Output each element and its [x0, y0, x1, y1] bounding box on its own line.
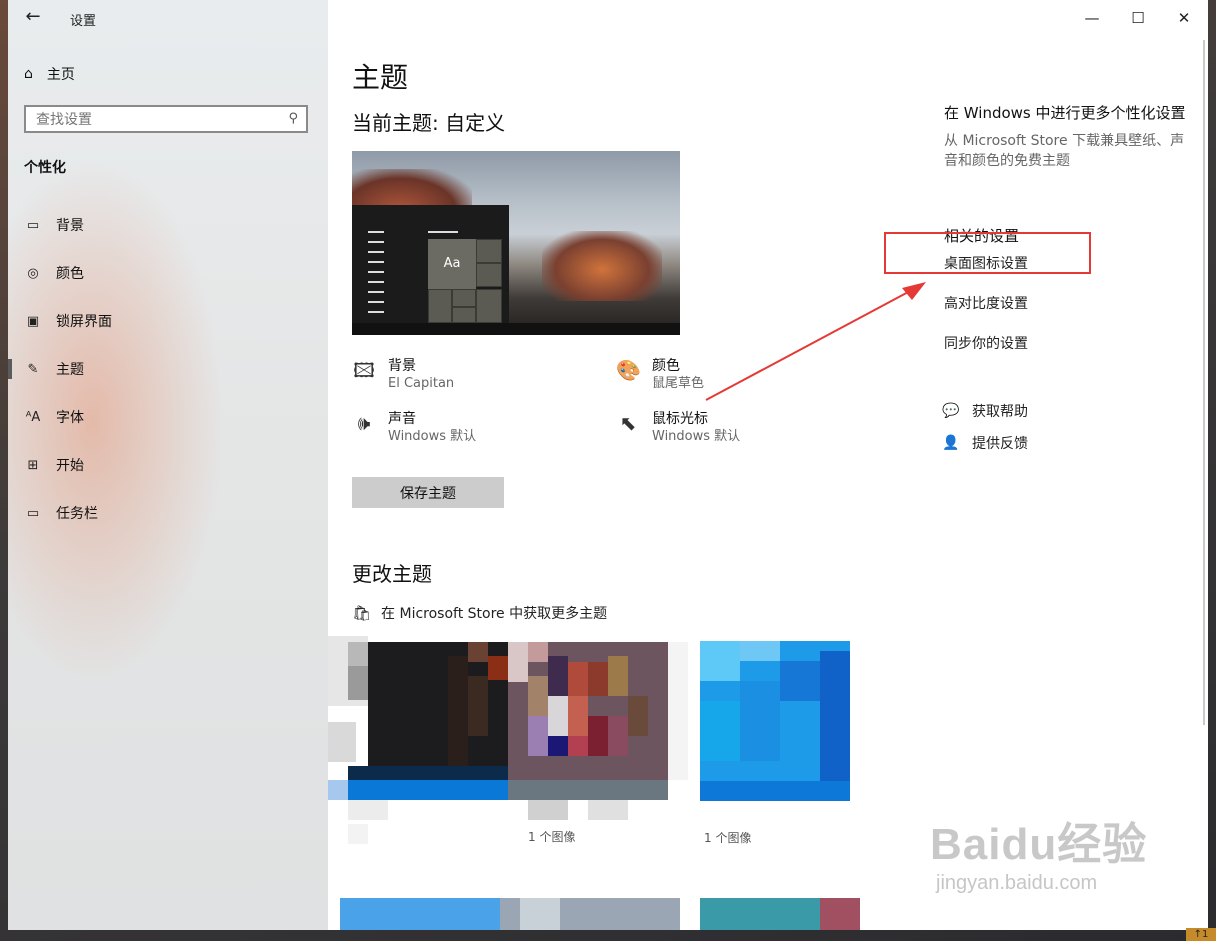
scrollbar[interactable] [1203, 40, 1205, 725]
corner-badge: ↑1 [1186, 928, 1216, 941]
watermark: Baidu经验 jingyan.baidu.com [930, 808, 1147, 895]
annotation-arrow [705, 282, 926, 401]
watermark-url: jingyan.baidu.com [936, 872, 1098, 894]
watermark-brand: Baidu经验 [930, 820, 1148, 869]
